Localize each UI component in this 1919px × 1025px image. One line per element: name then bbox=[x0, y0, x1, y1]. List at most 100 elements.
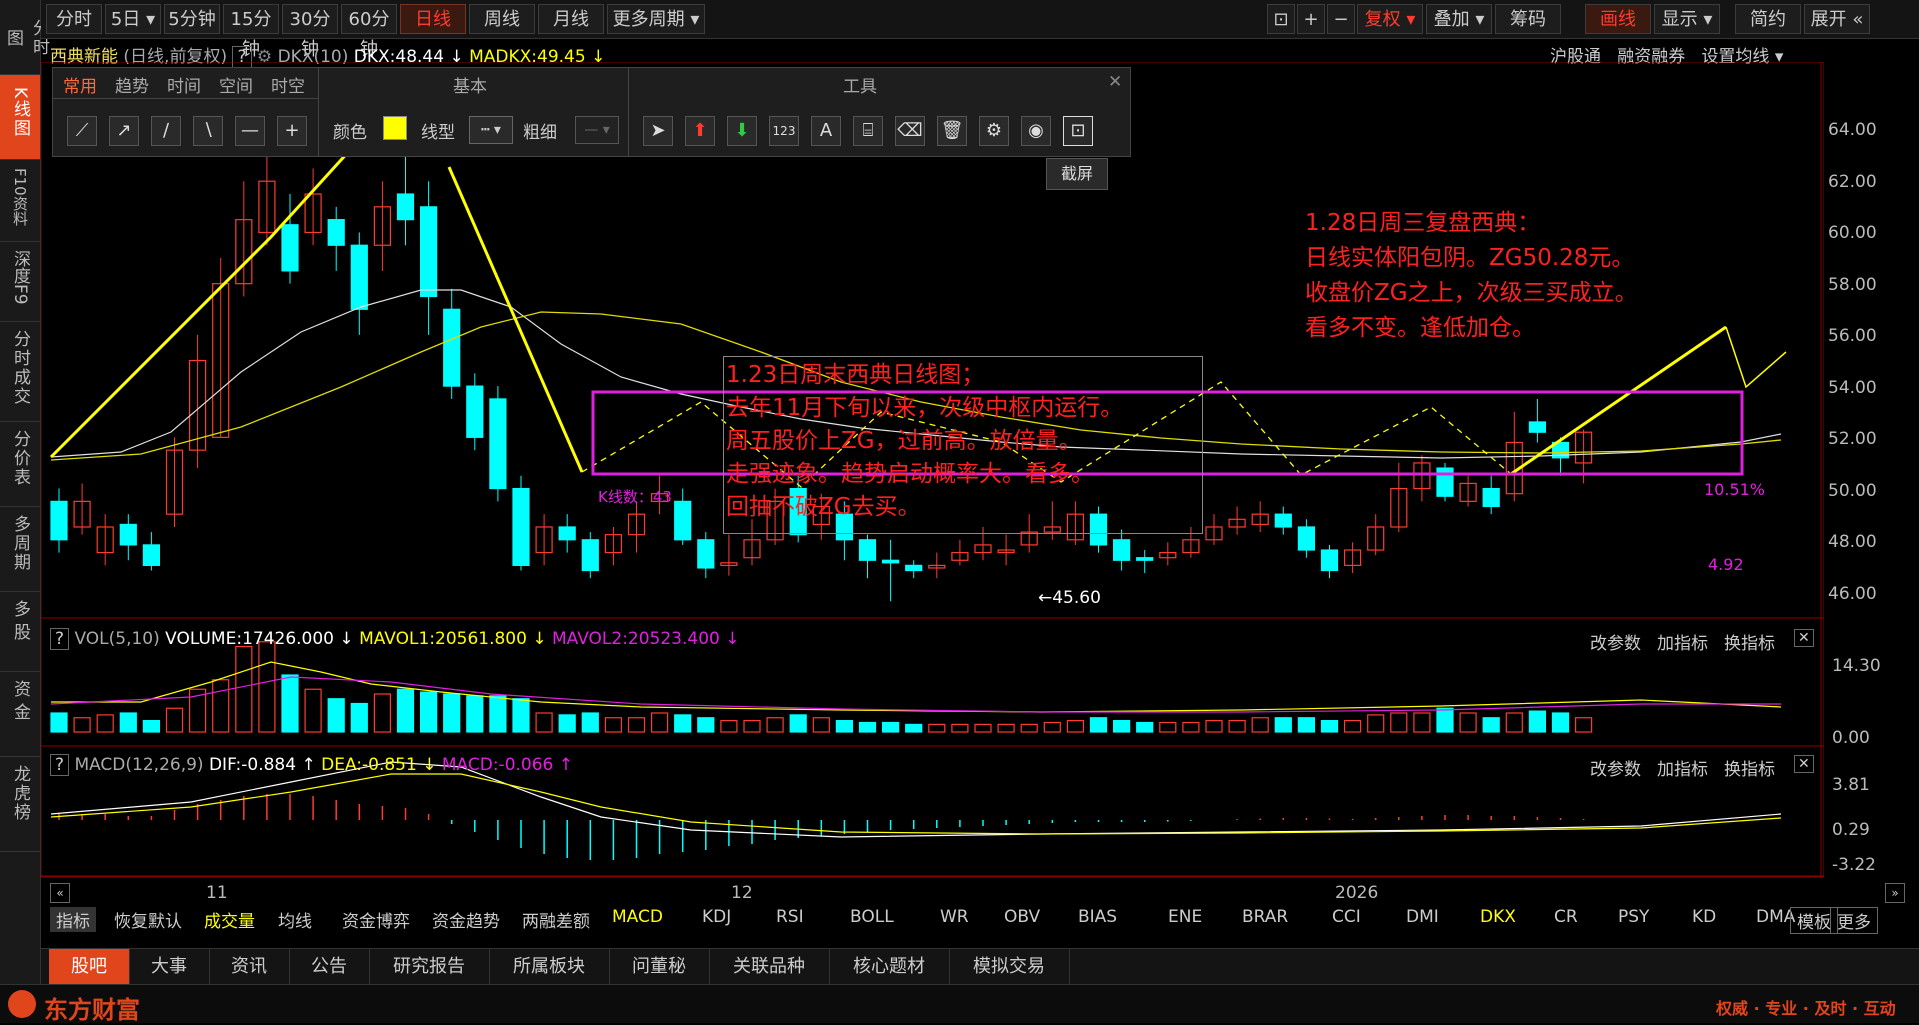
info-tab[interactable]: 模拟交易 bbox=[949, 949, 1070, 985]
text-icon[interactable]: A bbox=[811, 116, 841, 146]
indicator-tab[interactable]: 两融差额 bbox=[522, 907, 590, 932]
screenshot-icon[interactable]: ⊡ bbox=[1063, 116, 1093, 146]
chips-button[interactable]: 筹码 bbox=[1495, 4, 1561, 34]
indicator-tab[interactable]: BIAS bbox=[1078, 907, 1117, 927]
indicator-tab[interactable]: 恢复默认 bbox=[114, 907, 182, 932]
simple-button[interactable]: 简约 bbox=[1735, 4, 1801, 34]
period-timeshare[interactable]: 分时 bbox=[46, 4, 102, 34]
nav-f10[interactable]: F10资料 bbox=[0, 160, 40, 242]
indicator-tab[interactable]: BOLL bbox=[850, 907, 894, 927]
indicator-tab[interactable]: 指标 bbox=[50, 907, 96, 932]
period-daily[interactable]: 日线 bbox=[400, 4, 466, 34]
period-more[interactable]: 更多周期 ▾ bbox=[607, 4, 705, 34]
nav-timeshare[interactable]: 分时图 bbox=[0, 0, 49, 75]
info-tab[interactable]: 关联品种 bbox=[709, 949, 830, 985]
indicator-tab[interactable]: OBV bbox=[1004, 907, 1040, 927]
indicator-tab[interactable]: PSY bbox=[1618, 907, 1649, 927]
vol-edit-params[interactable]: 改参数 bbox=[1590, 629, 1641, 654]
indicator-tab[interactable]: ENE bbox=[1168, 907, 1202, 927]
eye-icon[interactable]: ◉ bbox=[1021, 116, 1051, 146]
line-segment-icon[interactable]: ⟋ bbox=[67, 116, 97, 146]
indicator-tab[interactable]: CCI bbox=[1332, 907, 1361, 927]
indicator-tab[interactable]: MACD bbox=[612, 907, 663, 927]
info-tab[interactable]: 股吧 bbox=[49, 949, 130, 985]
nav-price-table[interactable]: 分价表 bbox=[0, 422, 40, 507]
tab-common[interactable]: 常用 bbox=[63, 72, 97, 97]
period-30min[interactable]: 30分钟 bbox=[282, 4, 338, 60]
color-swatch[interactable] bbox=[383, 116, 407, 140]
info-tab[interactable]: 公告 bbox=[289, 949, 370, 985]
indicator-tab[interactable]: DKX bbox=[1480, 907, 1516, 927]
period-monthly[interactable]: 月线 bbox=[538, 4, 604, 34]
macd-edit-params[interactable]: 改参数 bbox=[1590, 755, 1641, 780]
indicator-tab[interactable]: CR bbox=[1554, 907, 1578, 927]
horizontal-line-icon[interactable]: — bbox=[235, 116, 265, 146]
period-5min[interactable]: 5分钟 bbox=[164, 4, 220, 34]
annotation-note-2[interactable]: 1.23日周末西典日线图； 去年11月下旬以来，次级中枢内运行。 周五股价上ZG… bbox=[723, 356, 1203, 534]
eraser-icon[interactable]: ⌫ bbox=[895, 116, 925, 146]
nav-multi-period[interactable]: 多周期 bbox=[0, 507, 40, 592]
draw-line-button[interactable]: 画线 bbox=[1585, 4, 1651, 34]
down-arrow-icon[interactable]: ⬇ bbox=[727, 116, 757, 146]
indicator-tab[interactable]: 资金博弈 bbox=[342, 907, 410, 932]
adjust-button[interactable]: 复权 ▾ bbox=[1357, 4, 1423, 34]
info-tab[interactable]: 大事 bbox=[129, 949, 210, 985]
indicator-tab[interactable]: 成交量 bbox=[204, 907, 255, 932]
period-60min[interactable]: 60分钟 bbox=[341, 4, 397, 60]
reverse-line-icon[interactable]: ∖ bbox=[193, 116, 223, 146]
vol-help-icon[interactable]: ? bbox=[50, 628, 70, 650]
indicator-tab[interactable]: DMI bbox=[1406, 907, 1439, 927]
cross-icon[interactable]: + bbox=[277, 116, 307, 146]
display-button[interactable]: 显示 ▾ bbox=[1654, 4, 1720, 34]
nav-dragon-tiger[interactable]: 龙虎榜 bbox=[0, 757, 40, 852]
width-select[interactable]: — ▾ bbox=[575, 116, 619, 144]
cursor-icon[interactable]: ➤ bbox=[643, 116, 673, 146]
macd-add-indicator[interactable]: 加指标 bbox=[1657, 755, 1708, 780]
period-5day[interactable]: 5日 ▾ bbox=[105, 4, 161, 34]
vol-add-indicator[interactable]: 加指标 bbox=[1657, 629, 1708, 654]
nav-depth[interactable]: 深度F9 bbox=[0, 242, 40, 322]
indicator-tab[interactable]: 资金趋势 bbox=[432, 907, 500, 932]
macd-help-icon[interactable]: ? bbox=[50, 754, 70, 776]
number-icon[interactable]: 123 bbox=[769, 116, 799, 146]
zoom-in-icon[interactable]: + bbox=[1297, 4, 1325, 34]
nav-multi-stock[interactable]: 多股 bbox=[0, 592, 40, 672]
up-arrow-icon[interactable]: ⬆ bbox=[685, 116, 715, 146]
nav-funds[interactable]: 资金 bbox=[0, 672, 40, 757]
line-icon[interactable]: ∕ bbox=[151, 116, 181, 146]
indicator-tab[interactable]: KDJ bbox=[702, 907, 731, 927]
indicator-tab[interactable]: KD bbox=[1692, 907, 1716, 927]
indicator-tab[interactable]: 均线 bbox=[278, 907, 312, 932]
info-tab[interactable]: 资讯 bbox=[209, 949, 290, 985]
info-tab[interactable]: 问董秘 bbox=[609, 949, 710, 985]
overlay-button[interactable]: 叠加 ▾ bbox=[1426, 4, 1492, 34]
lock-icon[interactable]: ⊡ bbox=[1267, 4, 1295, 34]
settings-icon[interactable]: ⚙ bbox=[979, 116, 1009, 146]
tab-spacetime[interactable]: 时空 bbox=[271, 72, 305, 97]
macd-close-icon[interactable]: ✕ bbox=[1794, 755, 1814, 773]
trash-icon[interactable]: 🗑 bbox=[937, 116, 967, 146]
vol-close-icon[interactable]: ✕ bbox=[1794, 629, 1814, 647]
ray-icon[interactable]: ↗ bbox=[109, 116, 139, 146]
nav-tick[interactable]: 分时成交 bbox=[0, 322, 40, 422]
vol-switch-indicator[interactable]: 换指标 bbox=[1724, 629, 1775, 654]
indicator-tab[interactable]: WR bbox=[940, 907, 969, 927]
indicator-tab[interactable]: BRAR bbox=[1242, 907, 1288, 927]
period-15min[interactable]: 15分钟 bbox=[223, 4, 279, 60]
linetype-select[interactable]: ┅ ▾ bbox=[469, 116, 513, 144]
tab-time[interactable]: 时间 bbox=[167, 72, 201, 97]
zoom-out-icon[interactable]: − bbox=[1327, 4, 1355, 34]
tab-space[interactable]: 空间 bbox=[219, 72, 253, 97]
macd-switch-indicator[interactable]: 换指标 bbox=[1724, 755, 1775, 780]
info-tab[interactable]: 所属板块 bbox=[489, 949, 610, 985]
info-tab[interactable]: 研究报告 bbox=[369, 949, 490, 985]
indicator-tab[interactable]: 模板 bbox=[1790, 907, 1838, 934]
expand-button[interactable]: 展开 « bbox=[1804, 4, 1870, 34]
ruler-icon[interactable]: ⌸ bbox=[853, 116, 883, 146]
scroll-right-icon[interactable]: » bbox=[1885, 883, 1905, 903]
indicator-tab[interactable]: RSI bbox=[776, 907, 804, 927]
tab-trend[interactable]: 趋势 bbox=[115, 72, 149, 97]
scroll-left-icon[interactable]: « bbox=[50, 883, 70, 903]
close-icon[interactable]: ✕ bbox=[1108, 72, 1122, 92]
nav-kline[interactable]: K线图 bbox=[0, 75, 40, 160]
